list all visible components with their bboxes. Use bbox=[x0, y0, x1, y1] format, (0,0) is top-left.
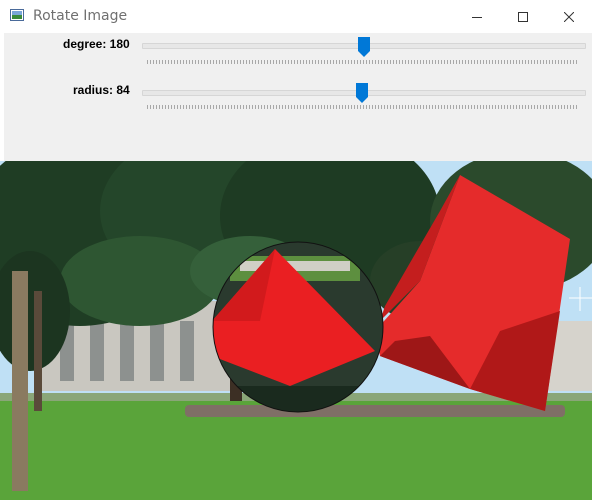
app-icon bbox=[10, 9, 24, 21]
title-bar[interactable]: Rotate Image bbox=[0, 0, 592, 33]
degree-label: degree: 180 bbox=[63, 37, 130, 51]
close-button[interactable] bbox=[546, 0, 592, 33]
radius-label: radius: 84 bbox=[73, 83, 130, 97]
degree-slider-thumb[interactable] bbox=[358, 37, 370, 57]
minimize-icon bbox=[472, 16, 482, 18]
maximize-icon bbox=[518, 11, 528, 22]
rotated-image bbox=[0, 161, 592, 500]
radius-slider-thumb[interactable] bbox=[356, 83, 368, 103]
sculpture-base bbox=[185, 405, 565, 417]
minimize-button[interactable] bbox=[454, 0, 500, 33]
radius-slider-ticks bbox=[147, 105, 579, 109]
image-display[interactable] bbox=[0, 161, 592, 500]
window-title: Rotate Image bbox=[33, 8, 128, 24]
trackbar-panel: degree: 180 radius: 84 bbox=[4, 33, 592, 161]
degree-slider-ticks bbox=[147, 60, 579, 64]
maximize-button[interactable] bbox=[500, 0, 546, 33]
close-icon bbox=[564, 11, 574, 22]
